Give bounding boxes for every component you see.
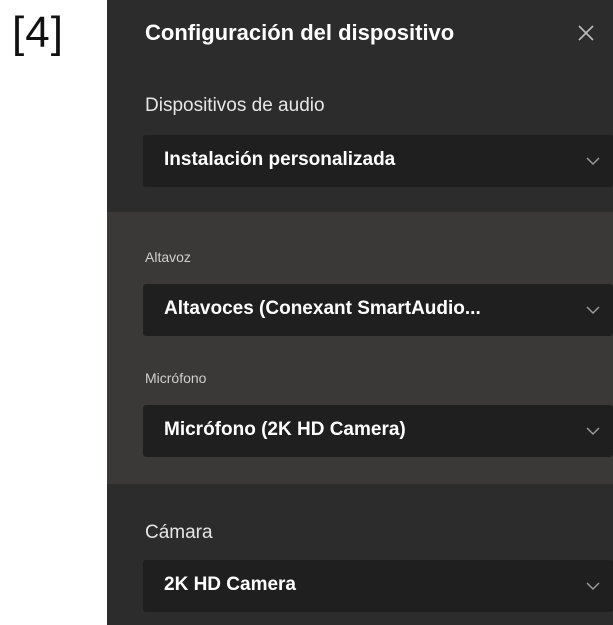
chevron-down-icon xyxy=(586,427,600,436)
dialog-title: Configuración del dispositivo xyxy=(145,20,455,45)
chevron-down-icon xyxy=(586,157,600,166)
device-settings-panel: Configuración del dispositivo Dispositiv… xyxy=(107,0,613,625)
chevron-down-icon xyxy=(586,582,600,591)
microphone-label: Micrófono xyxy=(145,370,207,386)
chevron-down-icon xyxy=(586,306,600,315)
speaker-label: Altavoz xyxy=(145,249,191,265)
frame-label: [4] xyxy=(12,8,64,57)
camera-value: 2K HD Camera xyxy=(164,574,296,595)
audio-devices-label: Dispositivos de audio xyxy=(145,95,325,116)
dialog-header: Configuración del dispositivo xyxy=(145,20,595,52)
speaker-value: Altavoces (Conexant SmartAudio... xyxy=(164,298,481,319)
audio-devices-value: Instalación personalizada xyxy=(164,149,396,170)
audio-custom-settings: Altavoz Altavoces (Conexant SmartAudio..… xyxy=(107,212,613,484)
microphone-value: Micrófono (2K HD Camera) xyxy=(164,419,406,440)
audio-devices-dropdown[interactable]: Instalación personalizada xyxy=(143,135,613,187)
microphone-dropdown[interactable]: Micrófono (2K HD Camera) xyxy=(143,405,613,457)
close-button[interactable] xyxy=(571,18,601,48)
camera-label: Cámara xyxy=(145,522,213,543)
speaker-dropdown[interactable]: Altavoces (Conexant SmartAudio... xyxy=(143,284,613,336)
close-icon xyxy=(578,25,594,41)
camera-dropdown[interactable]: 2K HD Camera xyxy=(143,560,613,612)
